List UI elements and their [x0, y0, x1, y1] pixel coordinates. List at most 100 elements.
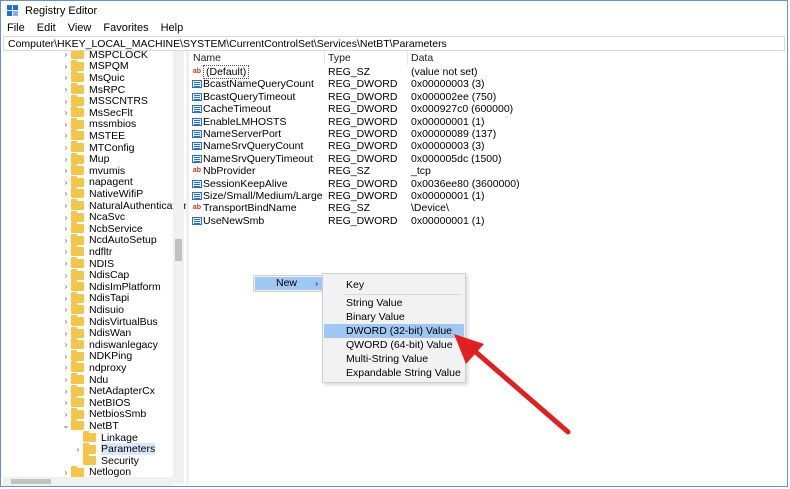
column-header-data[interactable]: Data	[411, 51, 433, 65]
table-row[interactable]: EnableLMHOSTS REG_DWORD 0x00000001 (1)	[189, 116, 785, 128]
table-row[interactable]: SessionKeepAlive REG_DWORD 0x0036ee80 (360…	[189, 178, 785, 190]
expand-chevron-icon[interactable]: ⌄	[61, 421, 71, 430]
expand-chevron-icon[interactable]: ›	[61, 398, 71, 407]
tree-item[interactable]: › NdisCap	[61, 268, 129, 281]
context-menu-new[interactable]: New ›	[255, 277, 322, 290]
expand-chevron-icon[interactable]: ›	[61, 155, 71, 164]
tree-item[interactable]: › NcdAutoSetup	[61, 233, 157, 246]
key-tree[interactable]: › MSPCLOCK › MSPQM › MsQuic › MsRPC › MSSCNTRS › Ms…	[3, 51, 187, 484]
menu-help[interactable]: Help	[155, 22, 190, 34]
tree-item[interactable]: › NetAdapterCx	[61, 384, 155, 397]
tree-item[interactable]: › Mup	[61, 152, 109, 165]
menu-favorites[interactable]: Favorites	[97, 22, 154, 34]
expand-chevron-icon[interactable]: ›	[61, 363, 71, 372]
table-row[interactable]: UseNewSmb REG_DWORD 0x00000001 (1)	[189, 215, 785, 227]
expand-chevron-icon[interactable]: ›	[61, 410, 71, 419]
expand-chevron-icon[interactable]: ›	[61, 51, 71, 59]
expand-chevron-icon[interactable]: ›	[61, 340, 71, 349]
table-row[interactable]: BcastNameQueryCount REG_DWORD 0x00000003 (…	[189, 78, 785, 90]
tree-horizontal-scrollbar[interactable]	[3, 477, 173, 486]
expand-chevron-icon[interactable]: ›	[61, 143, 71, 152]
tree-item[interactable]: › NcaSvc	[61, 210, 125, 223]
tree-item[interactable]: › NdisTapi	[61, 291, 129, 304]
tree-item[interactable]: › mvumis	[61, 164, 125, 177]
tree-item[interactable]: › ndiswanlegacy	[61, 338, 158, 351]
table-row[interactable]: ab NbProvider REG_SZ _tcp	[189, 165, 785, 177]
expand-chevron-icon[interactable]: ›	[73, 445, 83, 454]
tree-item[interactable]: › MSSCNTRS	[61, 94, 148, 107]
expand-chevron-icon[interactable]: ›	[61, 120, 71, 129]
column-separator[interactable]	[324, 51, 325, 65]
expand-chevron-icon[interactable]: ›	[61, 131, 71, 140]
expand-chevron-icon[interactable]: ›	[61, 387, 71, 396]
expand-chevron-icon[interactable]: ›	[61, 259, 71, 268]
tree-item[interactable]: › NetBIOS	[61, 396, 130, 409]
submenu-item[interactable]: Key	[324, 278, 464, 292]
table-row[interactable]: CacheTimeout REG_DWORD 0x000927c0 (600000)	[189, 103, 785, 115]
expand-chevron-icon[interactable]: ›	[61, 236, 71, 245]
tree-item[interactable]: › MTConfig	[61, 141, 135, 154]
tree-item[interactable]: › NativeWifiP	[61, 187, 143, 200]
expand-chevron-icon[interactable]: ›	[61, 213, 71, 222]
tree-item[interactable]: › NetbiosSmb	[61, 407, 146, 420]
table-row[interactable]: ab (Default) REG_SZ (value not set)	[189, 65, 785, 79]
address-bar[interactable]: Computer\HKEY_LOCAL_MACHINE\SYSTEM\Curre…	[3, 36, 785, 51]
expand-chevron-icon[interactable]: ›	[61, 201, 71, 210]
expand-chevron-icon[interactable]: ›	[61, 178, 71, 187]
expand-chevron-icon[interactable]: ›	[61, 224, 71, 233]
tree-item[interactable]: Security	[73, 454, 139, 467]
tree-item[interactable]: › ndfltr	[61, 245, 112, 258]
tree-item[interactable]: › napagent	[61, 175, 133, 188]
expand-chevron-icon[interactable]: ›	[61, 62, 71, 71]
expand-chevron-icon[interactable]: ›	[61, 271, 71, 280]
menu-file[interactable]: File	[1, 22, 31, 34]
expand-chevron-icon[interactable]: ›	[61, 305, 71, 314]
table-row[interactable]: Size/Small/Medium/Large REG_DWORD 0x000000…	[189, 190, 785, 202]
expand-chevron-icon[interactable]: ›	[61, 247, 71, 256]
expand-chevron-icon[interactable]: ›	[61, 468, 71, 477]
tree-item[interactable]: › Ndu	[61, 373, 108, 386]
submenu-item[interactable]: Binary Value	[324, 310, 464, 324]
expand-chevron-icon[interactable]: ›	[61, 85, 71, 94]
expand-chevron-icon[interactable]: ›	[61, 294, 71, 303]
tree-item[interactable]: Linkage	[73, 431, 138, 444]
submenu-item[interactable]: String Value	[324, 296, 464, 310]
tree-scroll-thumb[interactable]	[175, 239, 182, 261]
table-row[interactable]: NameSrvQueryCount REG_DWORD 0x00000003 (3)	[189, 140, 785, 152]
tree-item[interactable]: › MsQuic	[61, 71, 125, 84]
tree-item[interactable]: › NdisVirtualBus	[61, 315, 158, 328]
menu-view[interactable]: View	[62, 22, 98, 34]
expand-chevron-icon[interactable]: ›	[61, 97, 71, 106]
expand-chevron-icon[interactable]: ›	[61, 73, 71, 82]
tree-item[interactable]: › NaturalAuthentication	[61, 199, 186, 212]
table-row[interactable]: NameSrvQueryTimeout REG_DWORD 0x000005dc (…	[189, 153, 785, 165]
tree-item[interactable]: › MsRPC	[61, 83, 125, 96]
expand-chevron-icon[interactable]: ›	[61, 166, 71, 175]
tree-item[interactable]: › mssmbios	[61, 117, 136, 130]
tree-item[interactable]: › NdisImPlatform	[61, 280, 161, 293]
tree-item[interactable]: › NDIS	[61, 257, 114, 270]
column-header-type[interactable]: Type	[328, 51, 351, 65]
table-row[interactable]: BcastQueryTimeout REG_DWORD 0x000002ee (75…	[189, 91, 785, 103]
expand-chevron-icon[interactable]: ›	[61, 329, 71, 338]
expand-chevron-icon[interactable]: ›	[61, 282, 71, 291]
tree-item[interactable]: › Parameters	[73, 442, 156, 456]
tree-item[interactable]: › NcbService	[61, 222, 143, 235]
menu-edit[interactable]: Edit	[31, 22, 62, 34]
column-separator[interactable]	[407, 51, 408, 65]
tree-item[interactable]: › NDKPing	[61, 349, 132, 362]
tree-item[interactable]: › MSPQM	[61, 59, 129, 72]
tree-vertical-scrollbar[interactable]	[173, 51, 184, 484]
expand-chevron-icon[interactable]: ›	[61, 189, 71, 198]
expand-chevron-icon[interactable]: ›	[61, 352, 71, 361]
tree-item[interactable]: › ndproxy	[61, 361, 126, 374]
table-row[interactable]: NameServerPort REG_DWORD 0x00000089 (137)	[189, 128, 785, 140]
tree-hscroll-thumb[interactable]	[11, 479, 51, 484]
expand-chevron-icon[interactable]: ›	[61, 375, 71, 384]
column-header-name[interactable]: Name	[193, 51, 221, 65]
tree-item[interactable]: › MsSecFlt	[61, 106, 133, 119]
tree-item[interactable]: › NdisWan	[61, 326, 131, 339]
expand-chevron-icon[interactable]: ›	[61, 108, 71, 117]
tree-item[interactable]: › Ndisuio	[61, 303, 124, 316]
table-row[interactable]: ab TransportBindName REG_SZ \Device\	[189, 202, 785, 214]
